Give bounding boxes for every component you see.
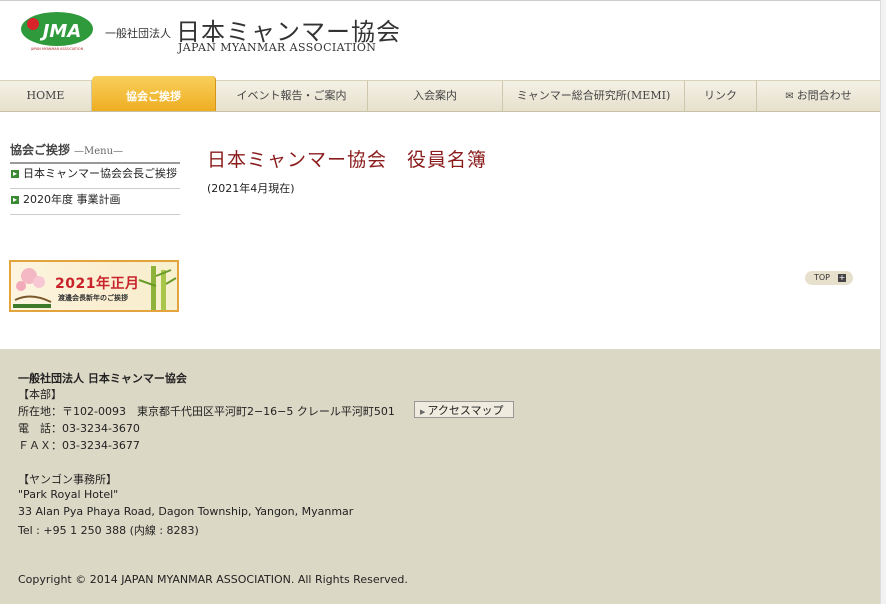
- access-map-button[interactable]: ▶ アクセスマップ: [414, 401, 514, 418]
- as-of-date: (2021年4月現在): [207, 182, 295, 195]
- footer-hq-address: 所在地：〒102-0093 東京都千代田区平河町2−16−5 クレール平河町50…: [18, 405, 395, 418]
- site-footer: 一般社団法人 日本ミャンマー協会 【本部】 所在地：〒102-0093 東京都千…: [0, 349, 880, 604]
- sidebar-subtitle: —Menu—: [74, 146, 124, 157]
- nav-membership[interactable]: 入会案内: [368, 81, 503, 111]
- footer-org-name: 一般社団法人 日本ミャンマー協会: [18, 372, 187, 385]
- banner-title: 2021年正月: [55, 276, 140, 292]
- footer-yangon-address: 33 Alan Pya Phaya Road, Dagon Township, …: [18, 505, 354, 518]
- sidebar-item-label: 日本ミャンマー協会会長ご挨拶: [23, 167, 177, 180]
- main-nav: HOME 協会ご挨拶 イベント報告・ご案内 入会案内 ミャンマー総合研究所(ME…: [0, 76, 880, 112]
- logo-subtext: JAPAN MYANMAR ASSOCIATION: [30, 47, 84, 51]
- sidebar-menu: ▸ 日本ミャンマー協会会長ご挨拶 ▸ 2020年度 事業計画: [10, 163, 180, 215]
- footer-yangon-name: "Park Royal Hotel": [18, 488, 119, 501]
- plus-icon: +: [838, 273, 846, 282]
- access-map-label: アクセスマップ: [427, 404, 504, 417]
- arrow-bullet-icon: ▸: [11, 169, 19, 178]
- back-to-top-button[interactable]: TOP +: [805, 271, 853, 285]
- org-name-english: JAPAN MYANMAR ASSOCIATION: [178, 41, 377, 54]
- footer-copyright: Copyright © 2014 JAPAN MYANMAR ASSOCIATI…: [18, 573, 408, 586]
- sidebar-title-text: 協会ご挨拶: [10, 143, 71, 157]
- org-type: 一般社団法人: [105, 27, 171, 40]
- sidebar-item-president-greeting[interactable]: ▸ 日本ミャンマー協会会長ご挨拶: [10, 163, 180, 189]
- banner-subtitle: 渡邊会長新年のご挨拶: [58, 294, 128, 302]
- nav-contact-label: お問合わせ: [796, 89, 852, 102]
- play-triangle-icon: ▶: [420, 408, 426, 416]
- window-right-border: [880, 0, 886, 604]
- logo-text: JMA: [40, 21, 82, 42]
- nav-links[interactable]: リンク: [685, 81, 757, 111]
- mail-icon: ✉: [785, 91, 794, 102]
- page-title: 日本ミャンマー協会 役員名簿: [207, 149, 488, 171]
- footer-yangon-phone: Tel : +95 1 250 388 (内線 : 8283): [18, 524, 199, 537]
- footer-hq-heading: 【本部】: [18, 388, 62, 401]
- nav-events[interactable]: イベント報告・ご案内: [216, 81, 368, 111]
- nav-research-institute[interactable]: ミャンマー総合研究所(MEMI): [503, 81, 685, 111]
- nav-contact[interactable]: ✉ お問合わせ: [757, 81, 880, 111]
- jma-logo[interactable]: JMA JAPAN MYANMAR ASSOCIATION: [20, 11, 94, 51]
- sidebar-title: 協会ご挨拶 —Menu—: [10, 141, 180, 164]
- footer-hq-phone: 電 話：03-3234-3670: [18, 422, 140, 435]
- arrow-bullet-icon: ▸: [11, 195, 19, 204]
- sidebar-item-label: 2020年度 事業計画: [23, 193, 121, 206]
- top-button-label: TOP: [814, 273, 831, 282]
- footer-yangon-heading: 【ヤンゴン事務所】: [18, 473, 117, 486]
- sidebar-item-business-plan[interactable]: ▸ 2020年度 事業計画: [10, 189, 180, 215]
- nav-greeting[interactable]: 協会ご挨拶: [92, 76, 216, 111]
- footer-hq-fax: ＦＡＸ：03-3234-3677: [18, 439, 140, 452]
- nav-home[interactable]: HOME: [0, 81, 92, 111]
- site-header: JMA JAPAN MYANMAR ASSOCIATION 一般社団法人 日本ミ…: [0, 0, 880, 80]
- new-year-banner[interactable]: 2021年正月 渡邊会長新年のご挨拶: [9, 260, 179, 312]
